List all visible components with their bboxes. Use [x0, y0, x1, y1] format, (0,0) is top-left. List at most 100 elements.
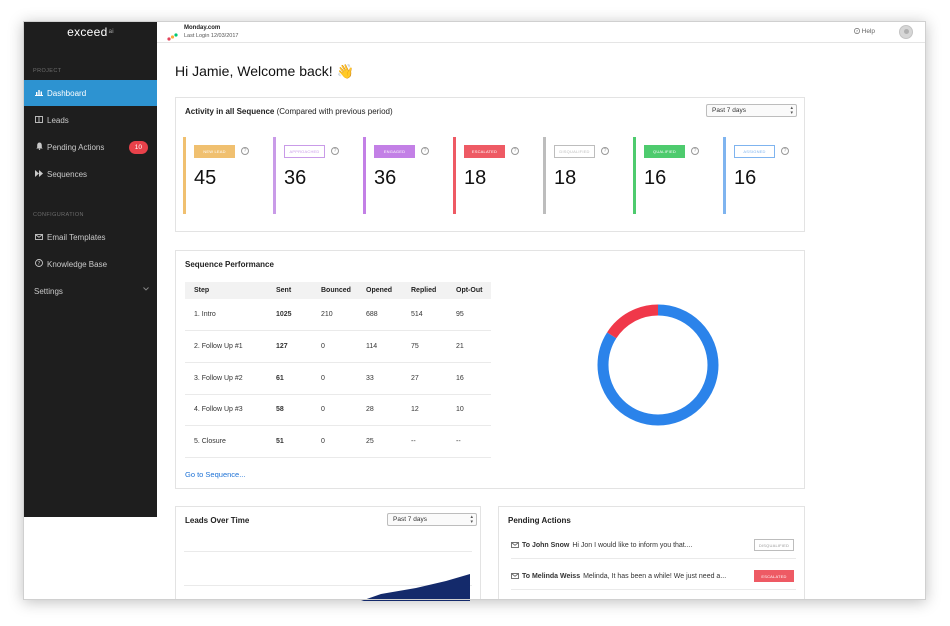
- cell-step[interactable]: 2. Follow Up #1: [185, 330, 267, 363]
- sidebar-item-knowledge-base[interactable]: ? Knowledge Base: [24, 251, 157, 277]
- leads-area-chart: [361, 574, 470, 601]
- col-step: Step: [185, 282, 267, 299]
- stat-3[interactable]: ESCALATED? 18: [453, 137, 519, 214]
- col-replied: Replied: [402, 282, 447, 299]
- cell-optout: --: [447, 425, 491, 458]
- cell-step[interactable]: 5. Closure: [185, 425, 267, 458]
- col-optout: Opt-Out: [447, 282, 491, 299]
- help-link[interactable]: ? Help: [853, 28, 875, 35]
- stat-badge: ESCALATED: [464, 145, 505, 158]
- status-badge: DISQUALIFIED: [754, 539, 794, 551]
- pending-title: Pending Actions: [508, 516, 571, 525]
- status-badge: ESCALATED: [754, 570, 794, 582]
- list-item[interactable]: To Melinda Weiss Melinda, It has been a w…: [511, 564, 796, 590]
- activity-title: Activity in all Sequence (Compared with …: [185, 107, 393, 116]
- stat-4[interactable]: DISQUALIFIED? 18: [543, 137, 609, 214]
- select-arrows-icon: ▴ ▾: [790, 105, 793, 116]
- stat-2[interactable]: ENGAGED? 36: [363, 137, 429, 214]
- cell-optout: 16: [447, 362, 491, 395]
- list-item[interactable]: To John Snow Hi Jon I would like to infor…: [511, 533, 796, 559]
- question-circle-icon[interactable]: ?: [781, 147, 789, 155]
- pending-recipient: To John Snow: [522, 542, 570, 549]
- bell-icon: [34, 142, 44, 152]
- svg-text:?: ?: [856, 30, 858, 34]
- stat-6[interactable]: ASSIGNED? 16: [723, 137, 789, 214]
- cell-replied: --: [402, 425, 447, 458]
- question-circle-icon[interactable]: ?: [331, 147, 339, 155]
- stat-badge: ENGAGED: [374, 145, 415, 158]
- sequence-title: Sequence Performance: [185, 260, 274, 269]
- user-avatar[interactable]: [899, 25, 913, 39]
- section-label-configuration: CONFIGURATION: [33, 212, 84, 218]
- activity-title-bold: Activity in all Sequence: [185, 107, 275, 116]
- help-label: Help: [861, 28, 875, 35]
- svg-text:?: ?: [38, 261, 41, 267]
- cell-bounced: 0: [312, 394, 357, 427]
- stat-5[interactable]: QUALIFIED? 16: [633, 137, 699, 214]
- cell-bounced: 0: [312, 362, 357, 395]
- table-row: 3. Follow Up #2 61 0 33 27 16: [185, 362, 491, 395]
- activity-range-select[interactable]: Past 7 days ▴ ▾: [706, 104, 797, 117]
- sidebar-item-leads[interactable]: Leads: [24, 107, 157, 133]
- cell-replied: 12: [402, 394, 447, 427]
- sequence-performance-card: Sequence Performance Step Sent Bounced O…: [175, 250, 805, 489]
- cell-optout: 95: [447, 299, 491, 332]
- sidebar-item-label: Sequences: [47, 169, 88, 179]
- question-circle-icon[interactable]: ?: [601, 147, 609, 155]
- pending-preview: Hi Jon I would like to inform you that..…: [572, 542, 693, 549]
- sidebar-item-dashboard[interactable]: Dashboard: [24, 80, 157, 106]
- stat-value: 16: [644, 167, 667, 189]
- cell-replied: 75: [402, 330, 447, 363]
- app-logo[interactable]: exceed ai: [24, 22, 157, 44]
- envelope-icon: [511, 572, 519, 581]
- stat-value: 36: [374, 167, 397, 189]
- envelope-icon: [34, 233, 44, 242]
- sequence-table: Step Sent Bounced Opened Replied Opt-Out…: [185, 282, 491, 458]
- company-logo-icon: [167, 28, 179, 41]
- question-circle-icon[interactable]: ?: [421, 147, 429, 155]
- col-opened: Opened: [357, 282, 402, 299]
- table-row: 5. Closure 51 0 25 -- --: [185, 425, 491, 458]
- stat-0[interactable]: NEW LEAD? 45: [183, 137, 249, 214]
- topbar: Monday.com Last Login 12/03/2017 ? Help: [157, 22, 925, 43]
- sequence-donut-chart: [597, 304, 719, 426]
- sidebar-item-pending-actions[interactable]: Pending Actions 10: [24, 134, 157, 160]
- stat-value: 16: [734, 167, 757, 189]
- cell-opened: 33: [357, 362, 402, 395]
- logo-text: exceed: [67, 25, 108, 39]
- stat-badge: APPROACHED: [284, 145, 325, 158]
- cell-replied: 27: [402, 362, 447, 395]
- company-name: Monday.com: [184, 25, 221, 31]
- cell-step[interactable]: 1. Intro: [185, 299, 267, 332]
- help-icon: ?: [853, 28, 862, 35]
- go-to-sequence-link[interactable]: Go to Sequence...: [185, 470, 245, 479]
- question-circle-icon[interactable]: ?: [241, 147, 249, 155]
- question-circle-icon[interactable]: ?: [691, 147, 699, 155]
- stat-value: 36: [284, 167, 307, 189]
- last-login: Last Login 12/03/2017: [184, 33, 239, 39]
- col-bounced: Bounced: [312, 282, 357, 299]
- cell-sent: 127: [267, 330, 312, 363]
- table-header-row: Step Sent Bounced Opened Replied Opt-Out: [185, 282, 491, 299]
- cell-sent: 51: [267, 425, 312, 458]
- stat-value: 18: [464, 167, 487, 189]
- stat-badge: QUALIFIED: [644, 145, 685, 158]
- sidebar-item-sequences[interactable]: Sequences: [24, 161, 157, 187]
- sidebar-item-email-templates[interactable]: Email Templates: [24, 224, 157, 250]
- question-circle-icon: ?: [34, 259, 44, 269]
- stat-1[interactable]: APPROACHED? 36: [273, 137, 339, 214]
- cell-step[interactable]: 3. Follow Up #2: [185, 362, 267, 395]
- question-circle-icon[interactable]: ?: [511, 147, 519, 155]
- sidebar-item-label: Settings: [34, 286, 63, 296]
- table-row: 2. Follow Up #1 127 0 114 75 21: [185, 330, 491, 363]
- bar-chart-icon: [34, 89, 44, 98]
- cell-optout: 21: [447, 330, 491, 363]
- sidebar-item-label: Leads: [47, 115, 69, 125]
- cell-opened: 688: [357, 299, 402, 332]
- cell-step[interactable]: 4. Follow Up #3: [185, 394, 267, 427]
- stat-badge: DISQUALIFIED: [554, 145, 595, 158]
- cell-optout: 10: [447, 394, 491, 427]
- envelope-icon: [511, 541, 519, 550]
- sidebar-item-settings[interactable]: Settings: [24, 278, 157, 304]
- fast-forward-icon: [34, 169, 44, 179]
